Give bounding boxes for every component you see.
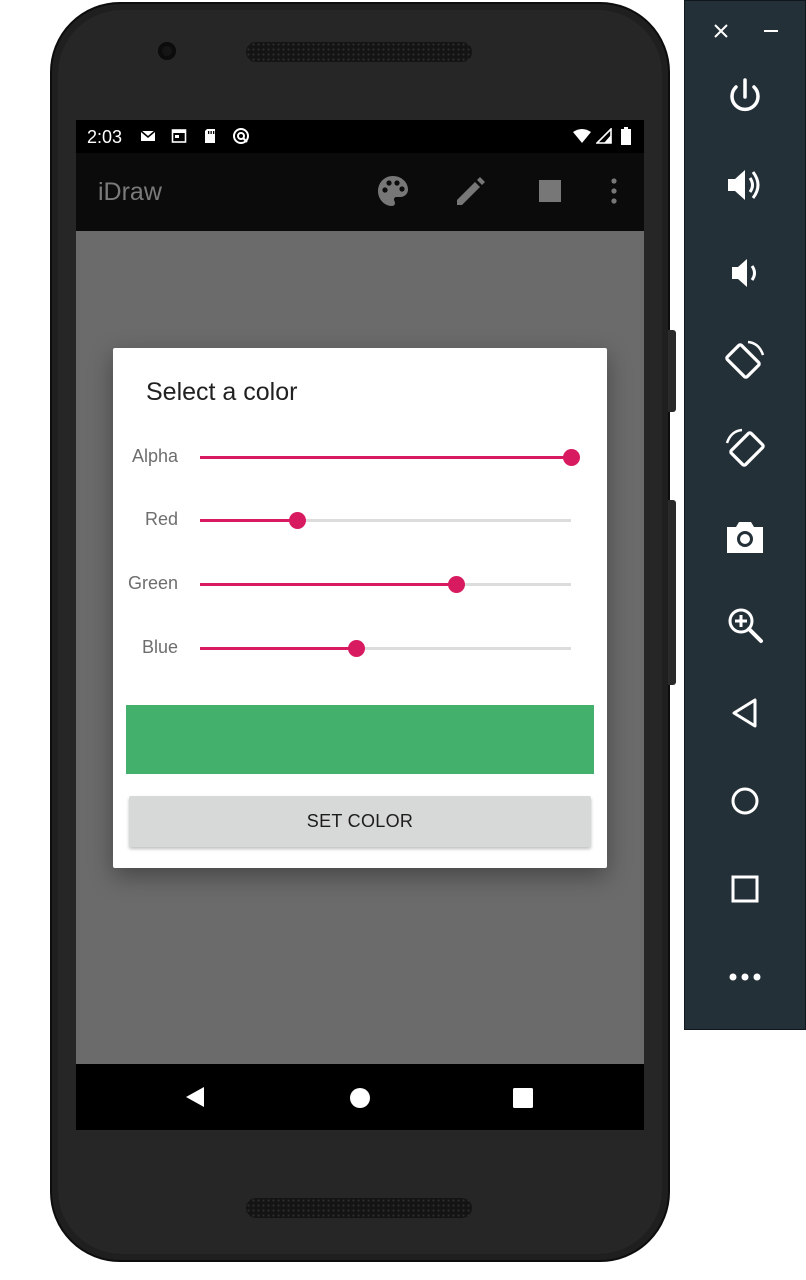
battery-icon (621, 127, 631, 145)
home-icon[interactable] (723, 779, 767, 823)
camera-icon[interactable] (723, 515, 767, 559)
home-icon[interactable] (349, 1087, 371, 1109)
rotate-left-icon[interactable] (723, 339, 767, 383)
color-dialog: Select a color Alpha Red Green Blue SET COL… (113, 348, 607, 868)
dialog-title: Select a color (146, 378, 298, 406)
status-bar: 2:03 (76, 120, 644, 153)
signal-icon (596, 128, 612, 144)
power-key[interactable] (668, 330, 676, 412)
slider-alpha[interactable] (200, 449, 580, 466)
set-color-button[interactable]: SET COLOR (129, 796, 591, 847)
slider-fill (200, 456, 571, 459)
slider-label-red: Red (144, 509, 178, 529)
slider-thumb[interactable] (448, 576, 466, 593)
minimize-icon[interactable] (759, 19, 783, 43)
color-preview (126, 705, 594, 774)
slider-blue[interactable] (200, 640, 571, 657)
overview-icon[interactable] (723, 867, 767, 911)
slider-fill (200, 583, 457, 586)
slider-red[interactable] (200, 512, 571, 529)
app-bar: iDraw (76, 153, 644, 231)
slider-label-alpha: Alpha (131, 446, 178, 466)
slider-label-blue: Blue (141, 637, 178, 657)
bottom-speaker (246, 1198, 472, 1218)
app-title: iDraw (98, 178, 162, 206)
phone-screen: 2:03 iDraw Select a color Alpha Red Green B… (76, 120, 644, 1130)
wifi-icon (573, 129, 591, 143)
volume-down-icon[interactable] (723, 251, 767, 295)
overflow-menu-icon[interactable] (596, 173, 632, 209)
stop-square-icon[interactable] (532, 173, 568, 209)
slider-fill (200, 519, 298, 522)
slider-fill (200, 647, 356, 650)
top-speaker (246, 42, 472, 62)
slider-thumb[interactable] (289, 512, 307, 529)
status-time: 2:03 (87, 127, 123, 147)
more-icon[interactable] (723, 955, 767, 999)
close-icon[interactable] (709, 19, 733, 43)
palette-icon[interactable] (375, 173, 411, 209)
slider-thumb[interactable] (347, 640, 365, 657)
volume-up-icon[interactable] (723, 163, 767, 207)
recents-icon[interactable] (512, 1087, 534, 1109)
volume-key[interactable] (668, 500, 676, 685)
power-icon[interactable] (723, 75, 767, 119)
sync-icon (233, 128, 249, 144)
slider-label-green: Green (127, 573, 178, 593)
back-icon[interactable] (184, 1086, 206, 1108)
slider-thumb[interactable] (563, 449, 580, 466)
rotate-right-icon[interactable] (723, 427, 767, 471)
back-icon[interactable] (723, 691, 767, 735)
pencil-icon[interactable] (453, 173, 489, 209)
navigation-bar (76, 1064, 644, 1130)
emulator-panel (684, 0, 806, 1030)
front-camera (158, 42, 176, 60)
zoom-icon[interactable] (723, 603, 767, 647)
sd-card-icon (205, 129, 215, 143)
calendar-icon (171, 129, 187, 143)
slider-green[interactable] (200, 576, 571, 593)
gmail-icon (140, 130, 156, 141)
